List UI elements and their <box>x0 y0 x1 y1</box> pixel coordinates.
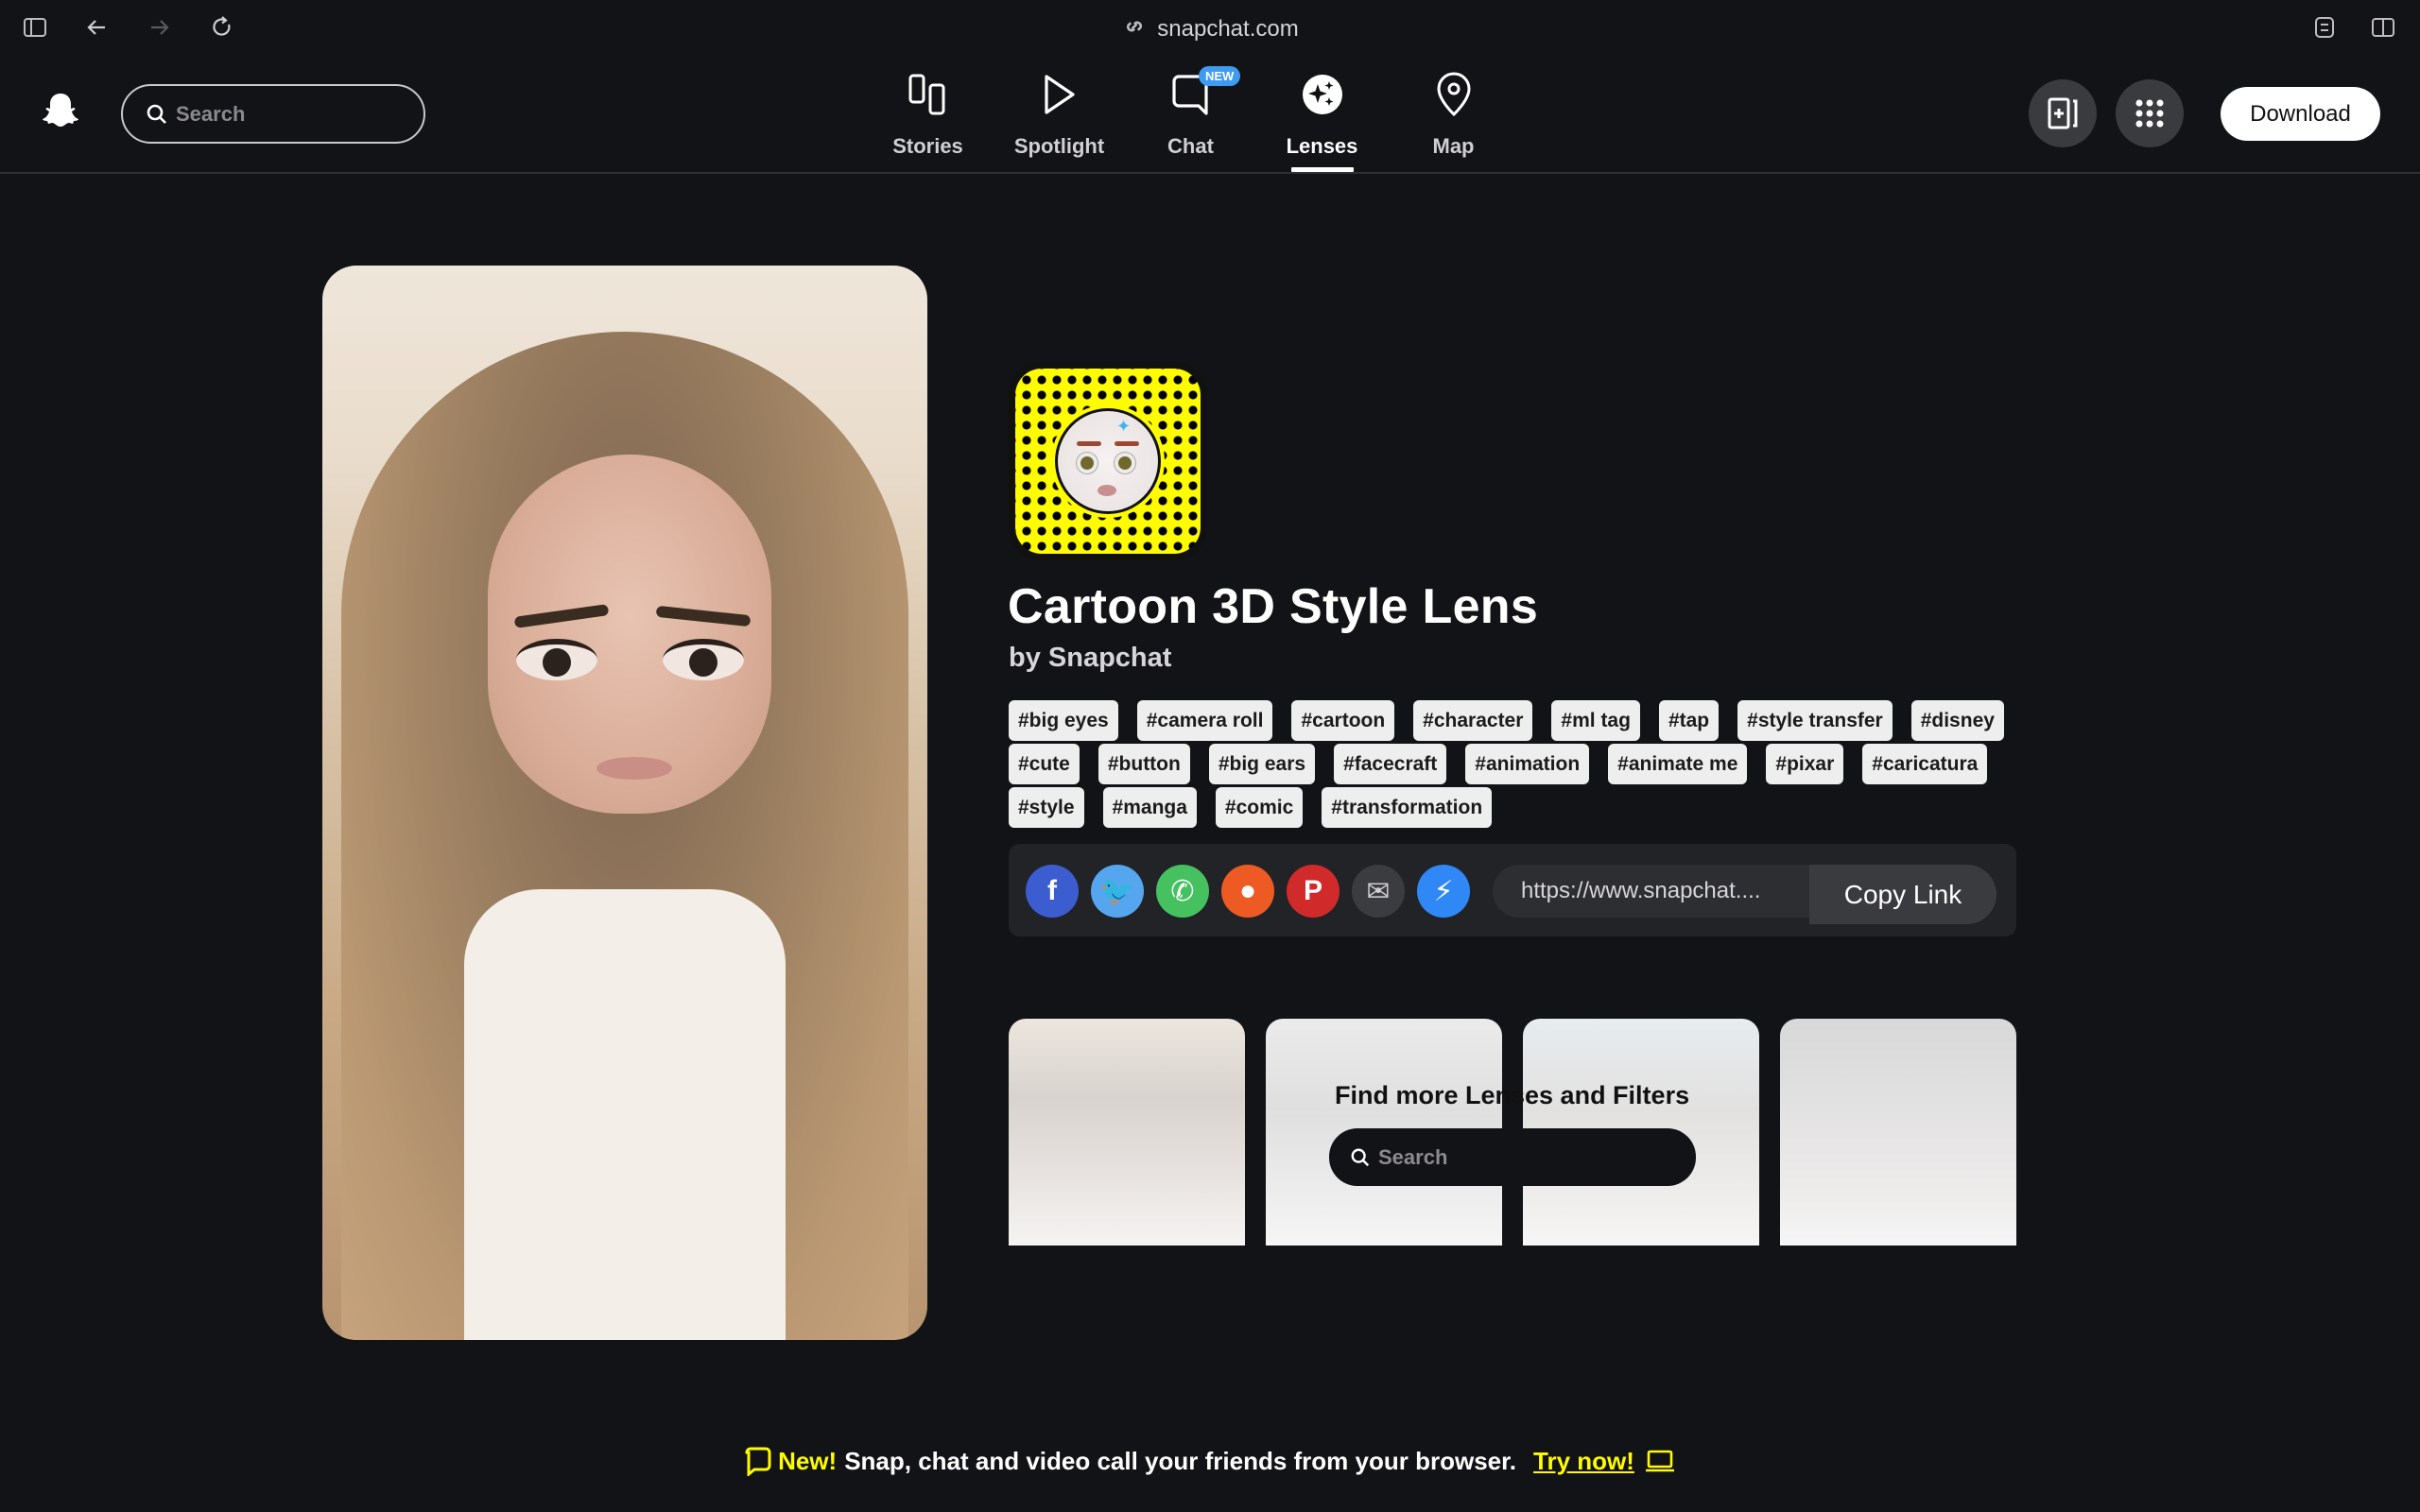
icon-eye <box>1115 453 1135 473</box>
nav-label: Lenses <box>1286 134 1358 158</box>
tag-chip[interactable]: #transformation <box>1322 787 1493 828</box>
tag-chip[interactable]: #caricatura <box>1862 744 1988 784</box>
preview-mouth <box>596 757 672 780</box>
top-navigation: Stories Spotlight NEW Chat Lenses Map <box>0 53 2420 174</box>
lens-search-input[interactable] <box>1378 1144 1662 1170</box>
preview-sweater <box>464 889 786 1340</box>
lens-title: Cartoon 3D Style Lens <box>1008 579 1539 634</box>
share-icons: f 🐦 ✆ ● P ✉ ⚡ <box>1026 865 1482 918</box>
lens-author[interactable]: by Snapchat <box>1009 643 1171 674</box>
tag-chip[interactable]: #cartoon <box>1291 700 1395 741</box>
download-button[interactable]: Download <box>2221 87 2380 141</box>
nav-stories[interactable]: Stories <box>862 70 994 174</box>
tag-chip[interactable]: #animation <box>1465 744 1590 784</box>
link-icon <box>1121 13 1148 46</box>
magic-wand-icon: ✦ <box>1116 417 1132 436</box>
find-more-heading: Find more Lenses and Filters <box>1335 1081 1690 1109</box>
share-bar: f 🐦 ✆ ● P ✉ ⚡ https://www.snapchat.... Copy Li… <box>1009 844 2016 936</box>
preview-eye <box>516 639 597 680</box>
snapcode-circle: ✦ <box>1055 408 1161 514</box>
nav-spotlight[interactable]: Spotlight <box>994 70 1125 174</box>
split-view-icon[interactable] <box>2369 13 2397 42</box>
lens-thumbnail[interactable] <box>1009 1019 1245 1246</box>
lens-search-box[interactable] <box>1329 1128 1696 1186</box>
map-pin-icon <box>1431 70 1477 119</box>
lens-snapcode[interactable]: ✦ <box>1009 362 1207 560</box>
tag-chip[interactable]: #tap <box>1658 700 1720 741</box>
tag-list: #big eyes #camera roll #cartoon #character #… <box>1009 700 2030 828</box>
tag-chip[interactable]: #pixar <box>1766 744 1844 784</box>
lens-icon-face: ✦ <box>1058 411 1158 511</box>
tag-chip[interactable]: #character <box>1413 700 1533 741</box>
copy-link-button[interactable]: Copy Link <box>1809 865 1996 924</box>
extensions-icon[interactable] <box>2310 13 2339 42</box>
search-icon <box>1351 1148 1370 1166</box>
nav-map[interactable]: Map <box>1388 70 1519 174</box>
tag-chip[interactable]: #animate me <box>1608 744 1748 784</box>
banner-new-label: New! <box>778 1446 838 1475</box>
tag-chip[interactable]: #big eyes <box>1009 700 1118 741</box>
twitter-share-icon[interactable]: 🐦 <box>1091 865 1144 918</box>
tag-chip[interactable]: #style <box>1009 787 1084 828</box>
nav-label: Spotlight <box>1013 134 1105 158</box>
share-link-text: https://www.snapchat.... <box>1521 878 1761 903</box>
sparkles-icon <box>1300 70 1345 119</box>
nav-label: Stories <box>892 134 963 158</box>
lens-preview-image <box>322 266 927 1340</box>
header-search-input[interactable] <box>176 101 403 127</box>
whatsapp-share-icon[interactable]: ✆ <box>1156 865 1209 918</box>
icon-mouth <box>1098 485 1116 496</box>
grid-icon <box>2135 99 2164 128</box>
reddit-share-icon[interactable]: ● <box>1221 865 1274 918</box>
tag-chip[interactable]: #manga <box>1102 787 1197 828</box>
icon-brow <box>1115 441 1139 446</box>
tag-chip[interactable]: #style transfer <box>1737 700 1893 741</box>
preview-brow <box>513 604 610 628</box>
banner-message: Snap, chat and video call your friends f… <box>844 1446 1517 1475</box>
nav-chat[interactable]: NEW Chat <box>1125 66 1256 174</box>
pinterest-share-icon[interactable]: P <box>1287 865 1340 918</box>
snapcode-dots: ✦ <box>1015 369 1201 554</box>
laptop-icon <box>1645 1450 1674 1472</box>
chat-bubble-icon <box>745 1447 771 1476</box>
nav-lenses[interactable]: Lenses <box>1256 70 1388 174</box>
icon-eye <box>1077 453 1098 473</box>
address-bar[interactable]: snapchat.com <box>0 13 2420 46</box>
create-lens-button[interactable] <box>2029 79 2097 147</box>
add-card-icon <box>2048 97 2078 129</box>
url-text: snapchat.com <box>1157 15 1299 42</box>
browser-toolbar: snapchat.com <box>0 0 2420 53</box>
tag-chip[interactable]: #camera roll <box>1136 700 1273 741</box>
tag-chip[interactable]: #cute <box>1009 744 1080 784</box>
lens-thumbnail[interactable] <box>1780 1019 2016 1246</box>
main-nav: Stories Spotlight NEW Chat Lenses Map <box>862 66 1519 174</box>
tag-chip[interactable]: #ml tag <box>1551 700 1640 741</box>
messenger-share-icon[interactable]: ⚡ <box>1417 865 1470 918</box>
nav-label: Map <box>1432 134 1475 158</box>
play-icon <box>1037 70 1082 119</box>
snapchat-ghost-logo[interactable] <box>42 91 79 132</box>
preview-brow <box>655 605 752 627</box>
facebook-share-icon[interactable]: f <box>1026 865 1079 918</box>
preview-eye <box>663 639 744 680</box>
email-share-icon[interactable]: ✉ <box>1352 865 1405 918</box>
preview-face <box>488 455 771 814</box>
nav-label: Chat <box>1167 134 1214 158</box>
stories-icon <box>906 70 951 119</box>
icon-brow <box>1077 441 1101 446</box>
tag-chip[interactable]: #disney <box>1910 700 2004 741</box>
apps-grid-button[interactable] <box>2116 79 2184 147</box>
tag-chip[interactable]: #big ears <box>1208 744 1316 784</box>
tag-chip[interactable]: #button <box>1098 744 1190 784</box>
search-icon <box>147 104 166 124</box>
header-search-box[interactable] <box>121 84 425 144</box>
try-now-link[interactable]: Try now! <box>1533 1447 1634 1476</box>
snapcode-ring: ✦ <box>1051 404 1165 518</box>
tag-chip[interactable]: #facecraft <box>1334 744 1447 784</box>
promo-banner: New! Snap, chat and video call your frie… <box>0 1446 2420 1476</box>
tag-chip[interactable]: #comic <box>1215 787 1304 828</box>
new-badge: NEW <box>1199 66 1241 86</box>
